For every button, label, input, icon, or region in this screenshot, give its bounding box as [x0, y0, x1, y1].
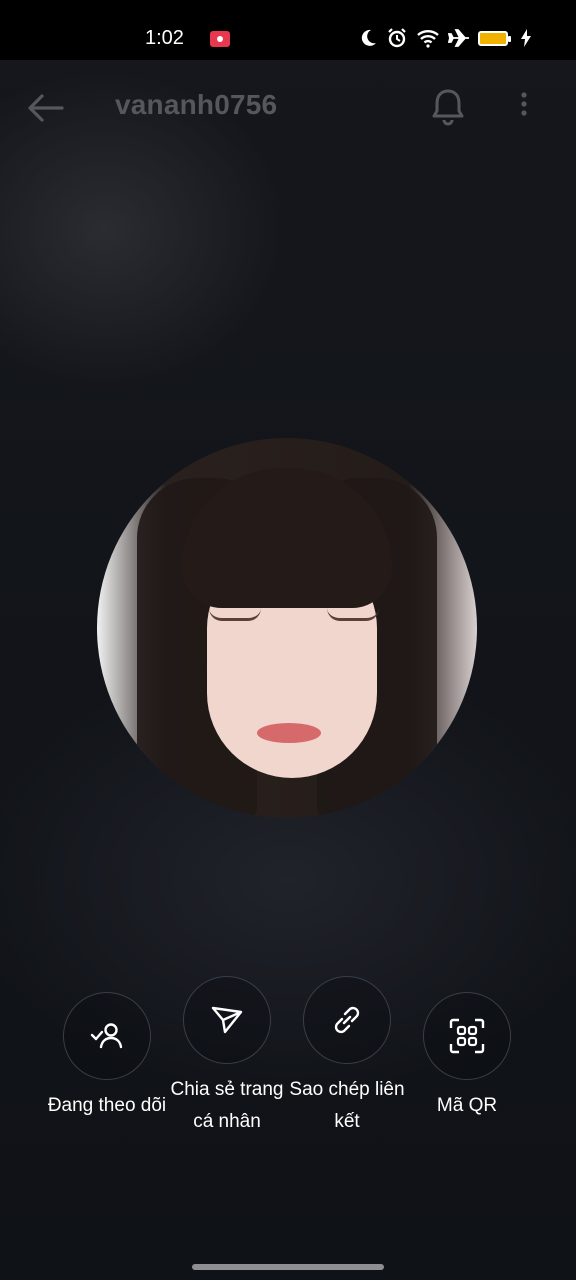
avatar-lips — [257, 723, 321, 743]
profile-actions: Đang theo dõi Chia sẻ trang cá nhân Sao … — [0, 976, 576, 1136]
send-share-icon — [211, 1006, 243, 1034]
status-icons — [358, 26, 532, 50]
arrow-left-icon[interactable] — [24, 86, 68, 130]
airplane-icon — [448, 29, 469, 47]
following-user-check-icon — [90, 1023, 123, 1049]
avatar-eye-right — [327, 608, 379, 621]
bell-icon[interactable] — [426, 85, 470, 129]
moon-icon — [361, 29, 376, 46]
copy-link-button[interactable] — [303, 976, 391, 1064]
qr-code-label: Mã QR — [436, 1095, 498, 1116]
share-profile-button[interactable] — [183, 976, 271, 1064]
avatar-eye-left — [209, 608, 261, 621]
qr-code-icon — [449, 1018, 485, 1054]
wifi-icon — [417, 30, 439, 48]
link-icon — [334, 1006, 360, 1034]
battery-icon — [478, 30, 511, 46]
qr-code-button[interactable] — [423, 992, 511, 1080]
status-time: 1:02 — [145, 27, 184, 49]
more-vertical-icon[interactable] — [512, 85, 536, 129]
qr-code-action[interactable]: Mã QR — [392, 992, 542, 1122]
home-indicator[interactable] — [192, 1264, 384, 1270]
following-button[interactable] — [63, 992, 151, 1080]
charging-icon — [521, 29, 531, 47]
alarm-icon — [388, 28, 406, 48]
profile-header: vananh0756 — [0, 60, 576, 150]
page-title: vananh0756 — [115, 89, 278, 120]
profile-avatar — [97, 438, 477, 818]
screen-record-icon — [210, 31, 230, 47]
status-bar: 1:02 — [0, 0, 576, 60]
